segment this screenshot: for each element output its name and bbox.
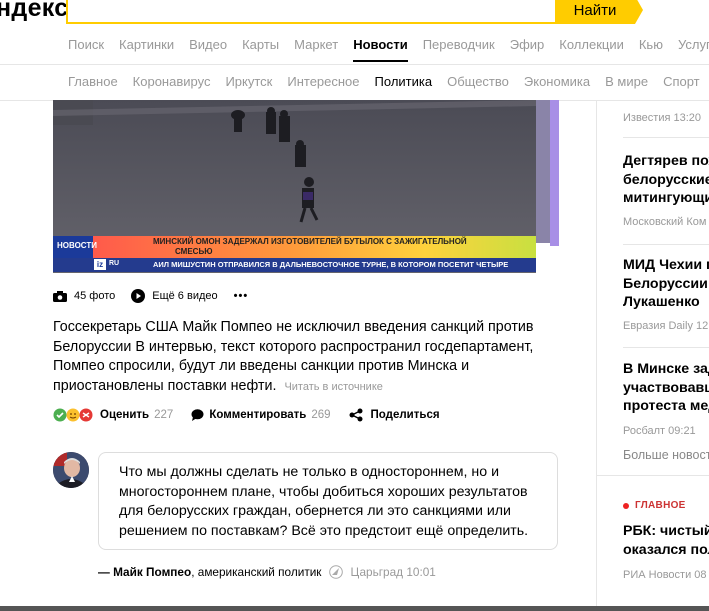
reactions-icon (53, 408, 93, 422)
yandex-logo[interactable]: ндекс (0, 0, 68, 23)
search-field[interactable] (66, 0, 559, 24)
share-icon (349, 408, 363, 422)
service-uslugi[interactable]: Услуги (678, 37, 709, 52)
media-meta-row: 45 фото Ещё 6 видео ••• (53, 289, 264, 303)
search-button[interactable]: Найти (555, 0, 643, 24)
videos-link[interactable]: Ещё 6 видео (131, 289, 218, 303)
sidebar-story-1-title[interactable]: Дегтярев пох белорусские митингующи (623, 152, 709, 208)
camera-icon (53, 290, 67, 302)
service-collections[interactable]: Коллекции (559, 37, 624, 52)
service-search[interactable]: Поиск (68, 37, 104, 52)
comment-button[interactable]: Комментировать (209, 409, 306, 421)
photos-link[interactable]: 45 фото (53, 290, 115, 302)
sidebar-separator (597, 475, 709, 476)
rubric-politics[interactable]: Политика (375, 74, 433, 89)
title-line: протеста мед (623, 398, 709, 414)
ticker-headline-line2: СМЕСЬЮ (175, 247, 213, 256)
sidebar-story-3-source[interactable]: Росбалт 09:21 (623, 425, 709, 437)
header-divider (0, 64, 709, 65)
comment-count: 269 (311, 409, 331, 421)
videos-count: Ещё 6 видео (152, 290, 218, 302)
rubric-interesting[interactable]: Интересное (287, 74, 359, 89)
iz-brand-icon: iz (94, 259, 106, 270)
title-line: В Минске зад (623, 361, 709, 377)
service-news[interactable]: Новости (353, 37, 408, 62)
more-menu-button[interactable]: ••• (234, 290, 249, 302)
quote-box: Что мы должны сделать не только в одност… (98, 452, 558, 550)
video-stack-card-accent (550, 100, 559, 246)
title-line: МИД Чехии п (623, 257, 709, 273)
ticker-crawl-text: АИЛ МИШУСТИН ОТПРАВИЛСЯ В ДАЛЬНЕВОСТОЧНО… (153, 260, 509, 269)
title-line: Дегтярев пох (623, 153, 709, 169)
sidebar-story-1-source[interactable]: Московский Ком (623, 216, 709, 228)
news-ticker-headline: НОВОСТИ МИНСКИЙ ОМОН ЗАДЕРЖАЛ ИЗГОТОВИТЕ… (53, 236, 536, 258)
person-avatar-image (53, 452, 89, 488)
sidebar-story-2-source[interactable]: Евразия Daily 12 (623, 320, 709, 332)
rubric-economy[interactable]: Экономика (524, 74, 590, 89)
article-actions: Оценить 227 Комментировать 269 Поделитьс… (53, 408, 440, 422)
rate-button[interactable]: Оценить (100, 409, 149, 421)
quote-source[interactable]: Царьград 10:01 (350, 565, 435, 579)
important-story-title[interactable]: РБК: чистый оказался пол (623, 522, 709, 559)
quote-attribution: — Майк Помпео , американский политик Цар… (98, 565, 436, 579)
article-lead: Госсекретарь США Майк Помпео не исключил… (53, 318, 553, 397)
rubric-irkutsk[interactable]: Иркутск (225, 74, 272, 89)
important-story-source[interactable]: РИА Новости 08 (623, 569, 709, 581)
service-images[interactable]: Картинки (119, 37, 174, 52)
source-logo-icon (329, 565, 344, 579)
rubric-main[interactable]: Главное (68, 74, 118, 89)
title-line: участвовавш (623, 379, 709, 396)
service-video[interactable]: Видео (189, 37, 227, 52)
share-button[interactable]: Поделиться (371, 409, 440, 421)
sidebar-story-3-title[interactable]: В Минске зад участвовавш протеста мед (623, 360, 709, 416)
ticker-headline-line1: МИНСКИЙ ОМОН ЗАДЕРЖАЛ ИЗГОТОВИТЕЛЕЙ БУТЫ… (153, 237, 467, 246)
video-stack-card (536, 100, 550, 243)
title-line: белорусские (623, 171, 709, 188)
important-label: ГЛАВНОЕ (623, 500, 709, 511)
photos-count: 45 фото (74, 290, 116, 302)
rubrics-nav: Главное Коронавирус Иркутск Интересное П… (68, 74, 709, 89)
service-maps[interactable]: Карты (242, 37, 279, 52)
services-nav: Поиск Картинки Видео Карты Маркет Новост… (68, 37, 709, 62)
sidebar-separator (623, 137, 709, 138)
brand-suffix: RU (109, 260, 120, 267)
read-source-link[interactable]: Читать в источнике (284, 381, 382, 393)
title-line: оказался пол (623, 541, 709, 558)
rubric-coronavirus[interactable]: Коронавирус (133, 74, 211, 89)
more-news-link[interactable]: Больше новост (623, 448, 709, 462)
title-line: РБК: чистый (623, 523, 709, 539)
quote-author-role: , американский политик (191, 565, 322, 579)
quote-author[interactable]: — Майк Помпео (98, 565, 191, 579)
rubric-world[interactable]: В мире (605, 74, 648, 89)
service-translate[interactable]: Переводчик (423, 37, 495, 52)
comment-icon (191, 409, 204, 421)
search-input[interactable] (68, 0, 559, 24)
rubric-sport[interactable]: Спорт (663, 74, 700, 89)
rate-count: 227 (154, 409, 174, 421)
title-line: Лукашенко (623, 294, 700, 310)
bottom-scroll-edge (0, 606, 709, 611)
title-line: Белоруссии с (623, 275, 709, 292)
sidebar-top-source[interactable]: Известия 13:20 (623, 112, 709, 124)
channel-label: НОВОСТИ (57, 241, 98, 250)
avatar[interactable] (53, 452, 89, 488)
rubric-society[interactable]: Общество (447, 74, 509, 89)
sidebar-separator (623, 347, 709, 348)
play-icon (131, 289, 146, 303)
reaction-emojis[interactable] (53, 408, 95, 422)
news-ticker-crawl: iz RU АИЛ МИШУСТИН ОТПРАВИЛСЯ В ДАЛЬНЕВО… (53, 258, 536, 272)
service-q[interactable]: Кью (639, 37, 663, 52)
sidebar-divider (596, 100, 597, 611)
service-market[interactable]: Маркет (294, 37, 338, 52)
title-line: митингующи (623, 190, 709, 206)
sidebar-story-2-title[interactable]: МИД Чехии п Белоруссии с Лукашенко (623, 256, 709, 312)
sidebar-separator (623, 244, 709, 245)
service-efir[interactable]: Эфир (510, 37, 545, 52)
ticker-headline-text: МИНСКИЙ ОМОН ЗАДЕРЖАЛ ИЗГОТОВИТЕЛЕЙ БУТЫ… (153, 237, 467, 257)
